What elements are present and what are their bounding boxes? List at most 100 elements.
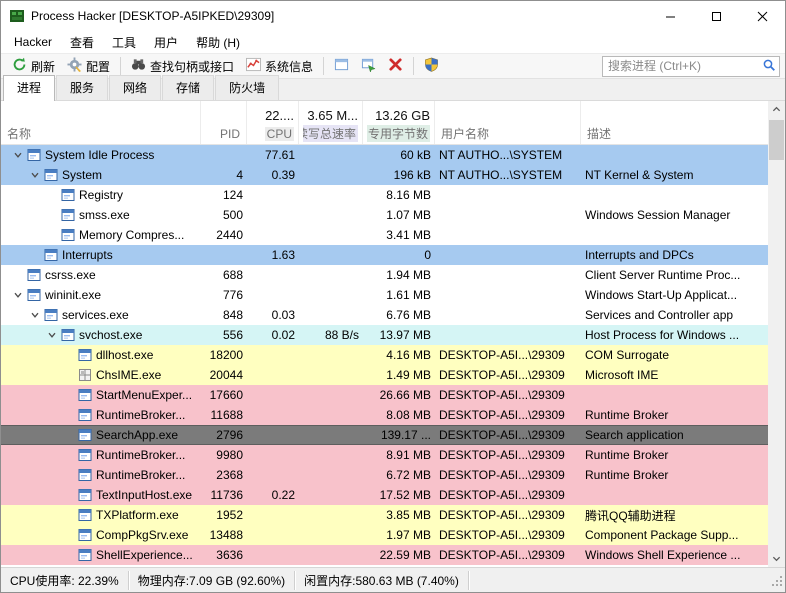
cell-pid: 20044 [201,368,247,382]
resize-grip-icon[interactable] [771,575,784,591]
application-icon [43,168,59,182]
cell-user: DESKTOP-A5I...\29309 [435,368,581,382]
cell-private: 0 [363,248,435,262]
cell-name: svchost.exe [1,328,201,342]
menu-hacker[interactable]: Hacker [5,31,61,53]
process-row[interactable]: RuntimeBroker...116888.08 MBDESKTOP-A5I.… [1,405,768,425]
cell-private: 8.08 MB [363,408,435,422]
search-input[interactable] [608,59,762,73]
cell-pid: 18200 [201,348,247,362]
process-row[interactable]: svchost.exe5560.0288 B/s13.97 MBHost Pro… [1,325,768,345]
process-row[interactable]: smss.exe5001.07 MBWindows Session Manage… [1,205,768,225]
tab-firewall[interactable]: 防火墙 [215,75,279,100]
tab-disk[interactable]: 存储 [162,75,214,100]
cell-private: 1.07 MB [363,208,435,222]
process-row[interactable]: wininit.exe7761.61 MBWindows Start-Up Ap… [1,285,768,305]
process-hacker-window: Process Hacker [DESKTOP-A5IPKED\29309] H… [0,0,786,593]
search-icon[interactable] [762,58,776,75]
process-row[interactable]: Registry1248.16 MB [1,185,768,205]
kill-window-button[interactable] [382,55,409,77]
cell-pid: 2796 [201,428,247,442]
cell-pid: 4 [201,168,247,182]
column-header-name[interactable]: 名称 [1,101,201,144]
options-button[interactable]: 配置 [61,55,116,77]
process-rows: System Idle Process77.6160 kBNT AUTHO...… [1,145,768,565]
application-icon [77,428,93,442]
process-row[interactable]: TextInputHost.exe117360.2217.52 MBDESKTO… [1,485,768,505]
menu-tools[interactable]: 工具 [103,31,145,53]
system-info-button[interactable]: 系统信息 [240,55,319,77]
cell-name: smss.exe [1,208,201,222]
application-icon [77,508,93,522]
process-row[interactable]: CompPkgSrv.exe134881.97 MBDESKTOP-A5I...… [1,525,768,545]
expander-icon[interactable] [9,150,26,160]
uac-shield-icon [424,57,439,75]
process-name: dllhost.exe [96,348,153,362]
close-button[interactable] [739,1,785,31]
cell-desc: Runtime Broker [581,408,768,422]
find-handles-icon [131,57,146,75]
refresh-button[interactable]: 刷新 [6,55,61,77]
process-row[interactable]: csrss.exe6881.94 MBClient Server Runtime… [1,265,768,285]
cell-user: DESKTOP-A5I...\29309 [435,408,581,422]
cell-private: 1.97 MB [363,528,435,542]
cell-desc: 腾讯QQ辅助进程 [581,507,768,524]
cell-pid: 556 [201,328,247,342]
cell-name: RuntimeBroker... [1,468,201,482]
column-header-pid[interactable]: PID [201,101,247,144]
menu-view[interactable]: 查看 [61,31,103,53]
cell-private: 6.72 MB [363,468,435,482]
process-row[interactable]: dllhost.exe182004.16 MBDESKTOP-A5I...\29… [1,345,768,365]
process-row[interactable]: System Idle Process77.6160 kBNT AUTHO...… [1,145,768,165]
always-on-top-button[interactable] [328,55,355,77]
column-header-cpu[interactable]: 22....CPU [247,101,299,144]
cell-desc: Host Process for Windows ... [581,328,768,342]
toolbar-separator [323,57,324,75]
cell-pid: 11736 [201,488,247,502]
scroll-down-icon[interactable] [768,550,785,567]
process-row[interactable]: Memory Compres...24403.41 MB [1,225,768,245]
column-header-user[interactable]: 用户名称 [435,101,581,144]
cell-private: 60 kB [363,148,435,162]
cell-private: 6.76 MB [363,308,435,322]
cell-private: 3.41 MB [363,228,435,242]
vertical-scrollbar[interactable] [768,101,785,567]
process-row[interactable]: RuntimeBroker...23686.72 MBDESKTOP-A5I..… [1,465,768,485]
find-handles-button[interactable]: 查找句柄或接口 [125,55,240,77]
expander-icon[interactable] [26,310,43,320]
cell-user: NT AUTHO...\SYSTEM [435,168,581,182]
process-row[interactable]: RuntimeBroker...99808.91 MBDESKTOP-A5I..… [1,445,768,465]
minimize-button[interactable] [647,1,693,31]
application-icon [77,348,93,362]
process-row[interactable]: StartMenuExper...1766026.66 MBDESKTOP-A5… [1,385,768,405]
cell-private: 17.52 MB [363,488,435,502]
column-header-desc[interactable]: 描述 [581,101,768,144]
menu-users[interactable]: 用户 [145,31,187,53]
expander-icon[interactable] [9,290,26,300]
expander-icon[interactable] [26,170,43,180]
cell-pid: 124 [201,188,247,202]
column-header-private[interactable]: 13.26 GB专用字节数 [363,101,435,144]
application-icon [77,488,93,502]
process-row[interactable]: TXPlatform.exe19523.85 MBDESKTOP-A5I...\… [1,505,768,525]
maximize-button[interactable] [693,1,739,31]
column-header-io[interactable]: 3.65 M...读写总速率 [299,101,363,144]
menu-help[interactable]: 帮助 (H) [187,31,249,53]
process-row[interactable]: services.exe8480.036.76 MBServices and C… [1,305,768,325]
cell-name: TextInputHost.exe [1,488,201,502]
scroll-up-icon[interactable] [768,101,785,118]
expander-icon[interactable] [43,330,60,340]
process-row[interactable]: SearchApp.exe2796139.17 ...DESKTOP-A5I..… [1,425,768,445]
scrollbar-thumb[interactable] [769,120,784,160]
elevate-button[interactable] [418,55,445,77]
tab-services[interactable]: 服务 [56,75,108,100]
process-row[interactable]: ChsIME.exe200441.49 MBDESKTOP-A5I...\293… [1,365,768,385]
process-row[interactable]: Interrupts1.630Interrupts and DPCs [1,245,768,265]
process-row[interactable]: System40.39196 kBNT AUTHO...\SYSTEMNT Ke… [1,165,768,185]
process-row[interactable]: ShellExperience...363622.59 MBDESKTOP-A5… [1,545,768,565]
tab-processes[interactable]: 进程 [3,75,55,101]
tab-network[interactable]: 网络 [109,75,161,100]
cell-desc: NT Kernel & System [581,168,768,182]
find-window-button[interactable] [355,55,382,77]
cell-name: RuntimeBroker... [1,448,201,462]
